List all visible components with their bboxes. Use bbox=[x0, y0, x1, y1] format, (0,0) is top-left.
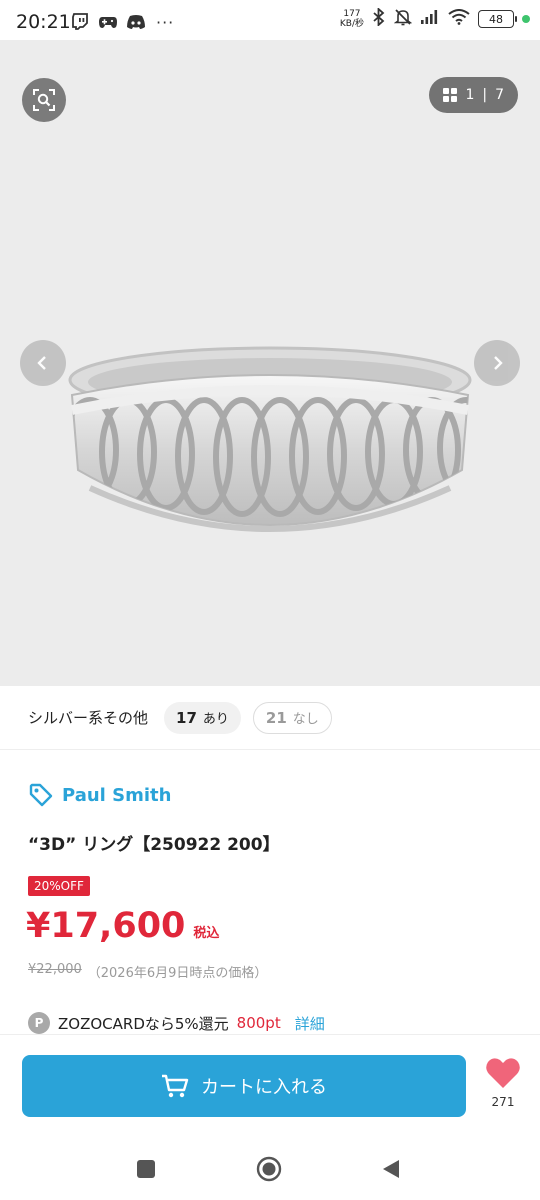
product-photo-ring bbox=[68, 346, 472, 532]
bluetooth-icon bbox=[372, 6, 386, 30]
tax-included-label: 税込 bbox=[193, 926, 220, 941]
brand-link[interactable]: Paul Smith bbox=[28, 782, 171, 808]
image-search-icon bbox=[33, 89, 55, 111]
unavailable-count: 21 bbox=[265, 708, 287, 727]
network-speed: 177 KB/秒 bbox=[339, 9, 364, 29]
image-separator: | bbox=[482, 87, 488, 103]
system-navigation-bar bbox=[0, 1138, 540, 1200]
favorite-button[interactable]: 271 bbox=[484, 1057, 522, 1109]
more-dots-icon: ··· bbox=[156, 12, 175, 32]
price-date-note: （2026年6月9日時点の価格） bbox=[87, 966, 268, 981]
available-count: 17 bbox=[176, 708, 197, 727]
status-bar: 20:21 ··· 177 KB/秒 48 bbox=[0, 0, 540, 44]
mute-icon bbox=[393, 8, 413, 30]
stock-available-pill[interactable]: 17 あり bbox=[164, 701, 241, 734]
points-icon: P bbox=[28, 1012, 50, 1034]
recent-apps-button[interactable] bbox=[133, 1156, 159, 1182]
points-row: P ZOZOCARDなら5%還元 800pt 詳細 bbox=[28, 1012, 325, 1034]
system-status-icons: 177 KB/秒 48 bbox=[339, 6, 530, 30]
color-label: シルバー系その他 bbox=[28, 709, 149, 727]
original-price-row: ¥22,000 （2026年6月9日時点の価格） bbox=[28, 962, 267, 981]
privacy-indicator-dot bbox=[522, 15, 530, 23]
cart-icon bbox=[162, 1074, 189, 1098]
previous-image-button[interactable] bbox=[20, 340, 66, 386]
add-to-cart-button[interactable]: カートに入れる bbox=[22, 1055, 466, 1117]
brand-name[interactable]: Paul Smith bbox=[62, 785, 171, 806]
discord-icon bbox=[126, 12, 146, 32]
product-title: “3D” リング【250922 200】 bbox=[28, 835, 280, 855]
unavailable-label: なし bbox=[292, 712, 319, 727]
home-circle-icon bbox=[256, 1156, 282, 1182]
image-counter-button[interactable]: 1 | 7 bbox=[429, 77, 518, 113]
square-icon bbox=[137, 1160, 155, 1178]
twitch-icon bbox=[70, 12, 90, 32]
grid-icon bbox=[443, 88, 458, 102]
battery-icon: 48 bbox=[478, 10, 517, 28]
price-block: ¥17,600 税込 bbox=[26, 906, 219, 946]
stock-filter-row: シルバー系その他 17 あり 21 なし bbox=[0, 686, 540, 750]
home-button[interactable] bbox=[256, 1156, 282, 1182]
back-triangle-icon bbox=[383, 1160, 399, 1178]
notification-icons: ··· bbox=[70, 12, 174, 32]
wifi-icon bbox=[448, 9, 470, 29]
points-text: ZOZOCARDなら5%還元 bbox=[58, 1014, 229, 1033]
image-index: 1 bbox=[465, 87, 475, 103]
game-controller-icon bbox=[98, 12, 118, 32]
next-image-button[interactable] bbox=[474, 340, 520, 386]
add-to-cart-label: カートに入れる bbox=[201, 1077, 327, 1098]
status-time: 20:21 bbox=[16, 11, 71, 33]
available-label: あり bbox=[202, 712, 229, 727]
chevron-left-icon bbox=[37, 356, 46, 370]
stock-unavailable-pill[interactable]: 21 なし bbox=[252, 701, 332, 734]
original-price: ¥22,000 bbox=[28, 962, 82, 977]
bottom-action-bar: カートに入れる 271 bbox=[0, 1034, 540, 1138]
points-details-link[interactable]: 詳細 bbox=[295, 1013, 325, 1034]
tag-icon bbox=[29, 783, 53, 807]
sale-price: ¥17,600 bbox=[26, 906, 186, 946]
signal-icon bbox=[420, 9, 440, 29]
discount-badge: 20%OFF bbox=[28, 876, 90, 896]
image-total: 7 bbox=[495, 87, 504, 103]
chevron-right-icon bbox=[494, 356, 503, 370]
favorite-count: 271 bbox=[491, 1095, 515, 1109]
product-image-gallery[interactable]: 1 | 7 bbox=[0, 40, 540, 686]
image-search-button[interactable] bbox=[22, 78, 66, 122]
heart-icon bbox=[486, 1058, 520, 1088]
back-button[interactable] bbox=[378, 1156, 404, 1182]
points-value: 800pt bbox=[236, 1014, 281, 1032]
